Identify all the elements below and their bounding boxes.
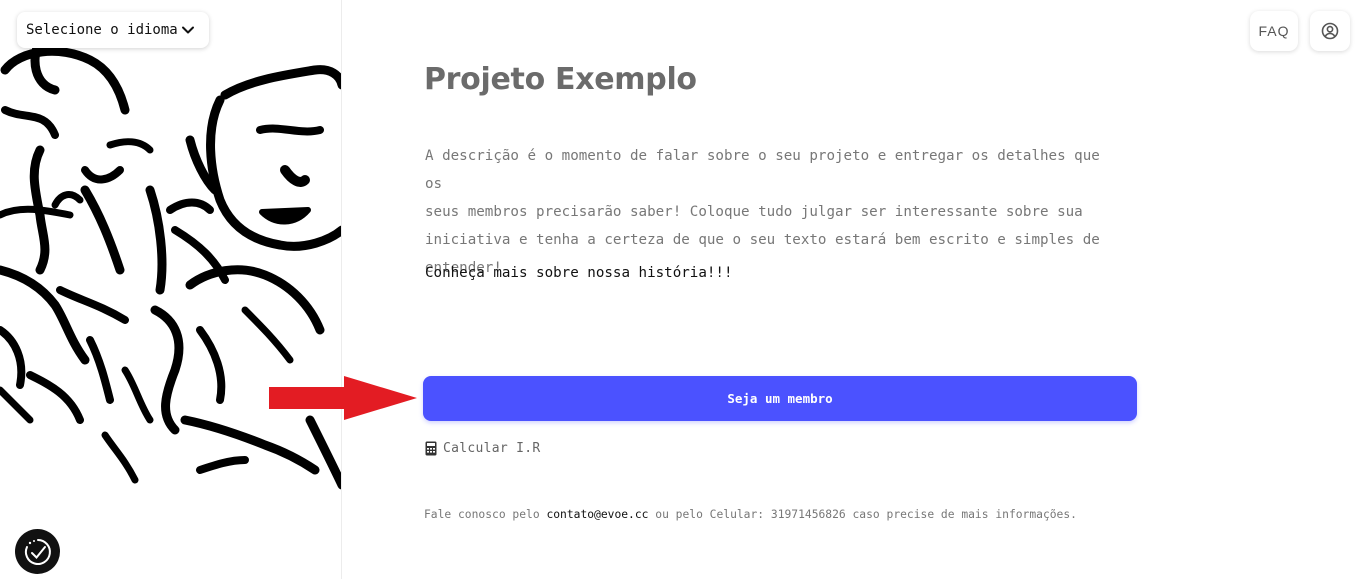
contact-email-link[interactable]: contato@evoe.cc <box>546 508 648 521</box>
red-arrow-icon <box>269 376 417 420</box>
illustration-panel: Selecione o idioma <box>0 0 342 579</box>
calculator-icon <box>425 441 437 456</box>
contact-suffix: ou pelo Celular: 31971456826 caso precis… <box>648 508 1077 521</box>
people-illustration <box>0 40 341 490</box>
description-line: A descrição é o momento de falar sobre o… <box>425 148 1100 192</box>
account-button[interactable] <box>1310 11 1350 51</box>
history-cta: Conheça mais sobre nossa história!!! <box>425 265 733 281</box>
faq-button[interactable]: FAQ <box>1250 11 1298 51</box>
calculate-ir-label: Calcular I.R <box>443 441 541 456</box>
page-title: Projeto Exemplo <box>424 62 697 97</box>
description-line: seus membros precisarão saber! Coloque t… <box>425 204 1083 220</box>
become-member-button[interactable]: Seja um membro <box>423 376 1137 421</box>
contact-prefix: Fale conosco pelo <box>424 508 547 521</box>
user-circle-icon <box>1321 22 1339 40</box>
calculate-ir-link[interactable]: Calcular I.R <box>425 441 541 456</box>
faq-label: FAQ <box>1258 23 1290 39</box>
language-select-label: Selecione o idioma <box>26 22 178 38</box>
contact-info: Fale conosco pelo contato@evoe.cc ou pel… <box>424 508 1077 521</box>
check-badge-icon <box>24 538 51 565</box>
description-line: iniciativa e tenha a certeza de que o se… <box>425 232 1100 248</box>
accessibility-badge[interactable] <box>15 529 60 574</box>
chevron-down-icon <box>182 26 194 34</box>
project-description: A descrição é o momento de falar sobre o… <box>425 142 1125 282</box>
language-select[interactable]: Selecione o idioma <box>17 12 209 48</box>
